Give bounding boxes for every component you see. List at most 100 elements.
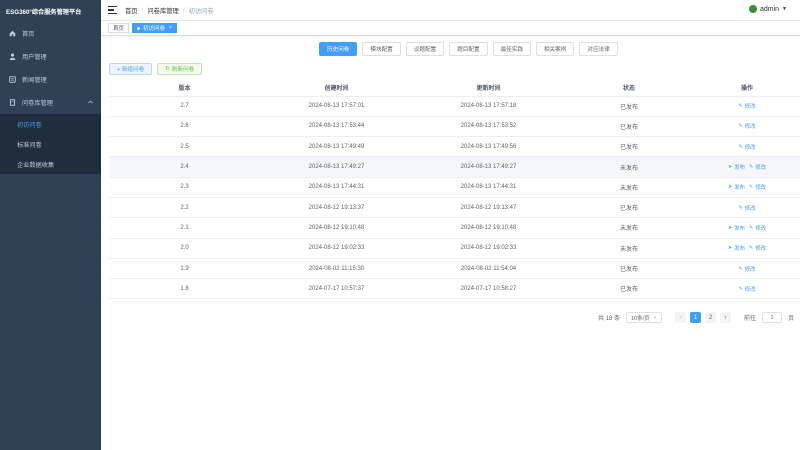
publish-button[interactable]: ➤ 发布 [728,224,745,232]
edit-button[interactable]: ✎ 修改 [739,102,756,110]
send-icon: ➤ [728,245,733,252]
tab-topic-config[interactable]: 议题配置 [405,42,445,56]
next-page-button[interactable]: › [720,312,732,323]
updated-time-cell: 2024-08-12 19:13:47 [413,197,564,219]
edit-button[interactable]: ✎ 修改 [749,224,766,232]
edit-button[interactable]: ✎ 修改 [739,122,756,130]
op-label: 发布 [734,185,745,192]
created-time-cell: 2024-08-02 11:15:30 [260,258,413,280]
op-label: 修改 [744,266,756,273]
username: admin [759,5,780,13]
tab-history-questionnaire[interactable]: 历史问卷 [319,42,358,56]
navbar: 首页 / 问卷库管理 / 初访问卷 admin ▼ [101,0,800,21]
tab-related-laws[interactable]: 对应法律 [579,42,618,56]
user-menu[interactable]: admin ▼ [748,5,787,13]
created-time-cell: 2024-08-12 19:02:33 [260,238,413,259]
updated-time-cell: 2024-08-13 17:57:18 [413,96,564,117]
tab-module-config[interactable]: 模块配置 [362,42,401,56]
goto-page-input[interactable]: 1 [762,312,783,323]
tag-label: 首页 [113,26,125,32]
edit-icon: ✎ [738,103,743,110]
breadcrumb: 首页 / 问卷库管理 / 初访问卷 [125,6,214,15]
edit-icon: ✎ [749,224,754,231]
version-cell: 2.3 [109,177,260,198]
app-logo-title: ESG360°综合服务管理平台 [6,8,82,16]
publish-button[interactable]: ➤ 发布 [728,183,745,191]
table-row: 2.3 2024-08-13 17:44:31 2024-08-13 17:44:3… [109,177,800,198]
edit-button[interactable]: ✎ 修改 [739,285,756,293]
tab-question-config[interactable]: 题目配置 [449,42,488,56]
op-label: 发布 [734,246,745,253]
chevron-up-icon [88,99,93,106]
actions-cell: ✎ 修改 [694,258,800,280]
hamburger-icon[interactable] [108,6,117,14]
edit-button[interactable]: ✎ 修改 [749,244,766,252]
edit-icon: ✎ [749,164,754,171]
edit-button[interactable]: ✎ 修改 [739,143,756,151]
goto-suffix: 页 [788,316,795,322]
edit-button[interactable]: ✎ 修改 [749,183,766,191]
send-icon: ➤ [728,184,733,191]
chevron-down-icon: ▼ [653,315,658,320]
tag-initial-questionnaire[interactable]: 初访问卷 × [132,23,177,33]
op-label: 修改 [755,246,766,253]
edit-button[interactable]: ✎ 修改 [749,163,766,171]
tag-home[interactable]: 首页 [108,23,130,33]
sidebar-item-home[interactable]: 首页 [0,22,101,45]
tab-related-cases[interactable]: 相关案例 [535,42,575,56]
page-button-1[interactable]: 1 [690,312,702,323]
created-time-cell: 2024-08-13 17:53:44 [260,116,413,138]
sidebar-subitem-enterprise-data[interactable]: 企业数据收集 [0,154,101,174]
breadcrumb-item-questionnaire[interactable]: 问卷库管理 [147,6,178,15]
version-cell: 2.5 [109,136,260,158]
close-icon[interactable]: × [169,25,172,31]
version-cell: 2.7 [109,96,260,117]
tab-best-practice[interactable]: 最佳实践 [492,42,531,56]
sidebar-item-questionnaire[interactable]: 问卷库管理 [0,91,101,114]
sidebar-item-news[interactable]: 新闻管理 [0,68,101,91]
edit-icon: ✎ [738,123,743,130]
table-row: 1.9 2024-08-02 11:15:30 2024-08-02 11:54:0… [109,258,800,280]
version-cell: 1.9 [109,258,260,280]
user-icon [8,53,17,60]
refresh-questionnaire-button[interactable]: ↻ 刷新问卷 [157,63,203,75]
table-row: 1.8 2024-07-17 10:57:37 2024-07-17 10:58:2… [109,278,800,300]
actions-cell: ➤ 发布 ✎ 修改 [694,238,800,259]
prev-page-button[interactable]: ‹ [675,312,687,323]
status-cell: 已发布 [564,278,694,300]
page-button-2[interactable]: 2 [705,312,717,323]
config-tabs: 历史问卷 模块配置 议题配置 题目配置 最佳实践 相关案例 对应法律 [319,42,618,56]
publish-button[interactable]: ➤ 发布 [728,163,745,171]
column-header-status: 状态 [564,80,694,97]
status-cell: 未发布 [564,238,694,259]
actions-cell: ➤ 发布 ✎ 修改 [694,217,800,239]
sidebar-item-users[interactable]: 用户管理 [0,45,101,68]
caret-down-icon: ▼ [782,6,787,12]
status-cell: 未发布 [564,156,694,178]
publish-button[interactable]: ➤ 发布 [728,244,745,252]
sidebar-subitem-initial-questionnaire[interactable]: 初访问卷 [0,114,101,134]
op-label: 修改 [744,104,756,111]
created-time-cell: 2024-08-13 17:57:01 [260,96,413,117]
table-row: 2.1 2024-08-12 19:10:48 2024-08-12 19:10:4… [109,217,800,239]
edit-button[interactable]: ✎ 修改 [739,204,756,212]
sidebar-subitem-standard-questionnaire[interactable]: 标准问卷 [0,134,101,154]
edit-icon: ✎ [738,265,743,272]
updated-time-cell: 2024-08-13 17:49:27 [413,156,564,178]
table-row: 2.4 2024-08-13 17:49:27 2024-08-13 17:49:2… [109,156,800,178]
edit-icon: ✎ [749,245,754,252]
home-icon [8,30,17,37]
actions-cell: ✎ 修改 [694,278,800,300]
created-time-cell: 2024-08-12 19:10:48 [260,217,413,239]
edit-icon: ✎ [738,285,743,292]
table-row: 2.2 2024-08-12 19:13:37 2024-08-12 19:13:4… [109,197,800,219]
page-size-select[interactable]: 10条/页 ▼ [626,312,663,323]
table-header-row: 版本 创建时间 更新时间 状态 操作 [109,80,800,97]
version-cell: 2.0 [109,238,260,259]
add-questionnaire-button[interactable]: + 新增问卷 [109,63,153,75]
breadcrumb-item-home[interactable]: 首页 [125,6,138,15]
edit-button[interactable]: ✎ 修改 [739,265,756,273]
breadcrumb-item-current: 初访问卷 [188,7,214,15]
op-label: 修改 [744,205,756,212]
column-header-created: 创建时间 [260,80,413,97]
